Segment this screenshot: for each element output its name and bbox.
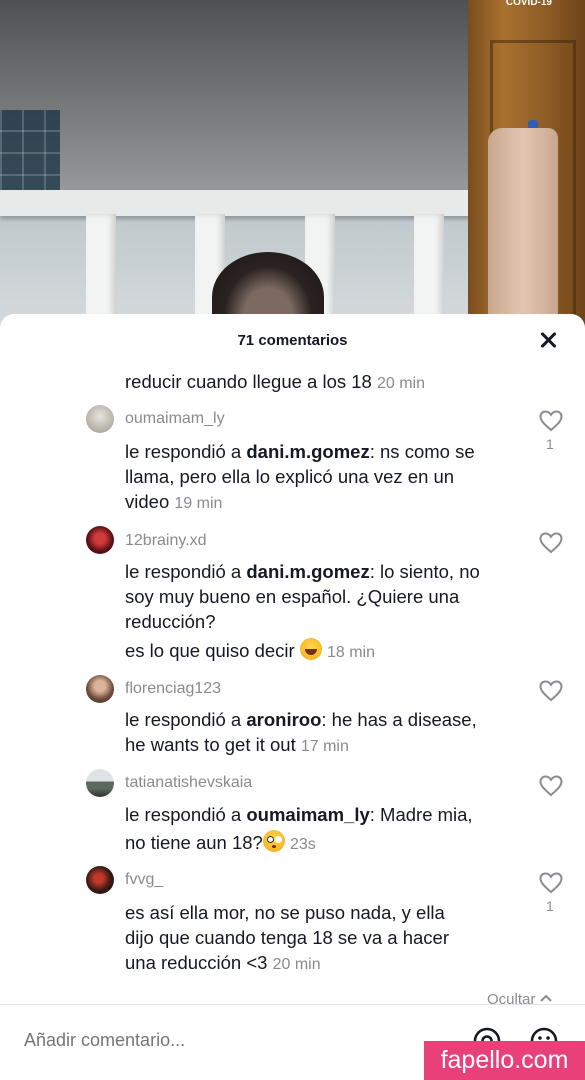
comment-username[interactable]: florenciag123 [125,680,221,698]
avatar[interactable] [86,866,114,894]
heart-icon[interactable] [539,410,563,432]
comment-text: llama, pero ella lo explicó una vez en u… [125,466,455,487]
close-icon[interactable] [537,328,561,352]
hide-replies-button[interactable]: Ocultar [487,991,552,1008]
comment-username[interactable]: 12brainy.xd [125,532,207,550]
avatar[interactable] [86,769,114,797]
avatar[interactable] [86,405,114,433]
covid-tag: COVID-19 [505,0,552,8]
comment-text: es lo que quiso decir 18 min [125,638,376,661]
comment-time: 18 min [326,644,376,661]
heart-icon[interactable] [539,775,563,797]
comment-text: reducción? [125,611,216,632]
shower-post [414,214,444,330]
comment-text: dijo que cuando tenga 18 se va a hacer [125,927,449,948]
mention: dani.m.gomez [246,441,370,462]
comment-username[interactable]: oumaimam_ly [125,410,225,428]
divider [0,1004,585,1005]
heart-icon[interactable] [539,872,563,894]
mention: aroniroo [246,709,322,730]
laughing-emoji-icon [299,638,322,660]
like-count: 1 [546,898,554,914]
heart-icon[interactable] [539,680,563,702]
like-count: 1 [546,436,554,452]
comment-time: 20 min [272,956,321,973]
comment-time: 17 min [300,738,349,755]
comment-time: 23s [290,836,316,853]
flushed-emoji-icon [262,830,285,852]
comment-text: no tiene aun 18? 23s [125,830,316,853]
comment-text: es así ella mor, no se puso nada, y ella [125,902,445,923]
comment-text: le respondió a oumaimam_ly: Madre mia, [125,804,473,825]
towel [488,128,558,328]
comment-time: 20 min [376,375,426,392]
watermark-logo: fapello.com [424,1041,585,1080]
comment-username[interactable]: tatianatishevskaia [125,774,252,792]
comment-text: video 19 min [125,491,223,512]
chevron-up-icon [539,994,552,1002]
comment-text: le respondió a dani.m.gomez: lo siento, … [125,561,480,582]
comment-text: le respondió a dani.m.gomez: ns como se [125,441,475,462]
avatar[interactable] [86,526,114,554]
comment-text: una reducción <3 20 min [125,952,321,973]
mention: oumaimam_ly [246,804,370,825]
comments-count-title: 71 comentarios [237,332,348,349]
video-background: COVID-19 [0,0,585,330]
comment-text: le respondió a aroniroo: he has a diseas… [125,709,477,730]
comment-text: he wants to get it out 17 min [125,734,349,755]
comment-time: 19 min [174,495,223,512]
comment-text: soy muy bueno en español. ¿Quiere una [125,586,460,607]
mention: dani.m.gomez [246,561,370,582]
comment-text: reducir cuando llegue a los 18 20 min [125,371,426,392]
comment-username[interactable]: fvvg_ [125,871,163,889]
heart-icon[interactable] [539,532,563,554]
avatar[interactable] [86,675,114,703]
comment-input[interactable] [22,1029,446,1052]
shower-post [86,214,116,330]
comments-sheet: 71 comentarios reducir cuando llegue a l… [0,314,585,1080]
shower-rail [0,190,470,216]
